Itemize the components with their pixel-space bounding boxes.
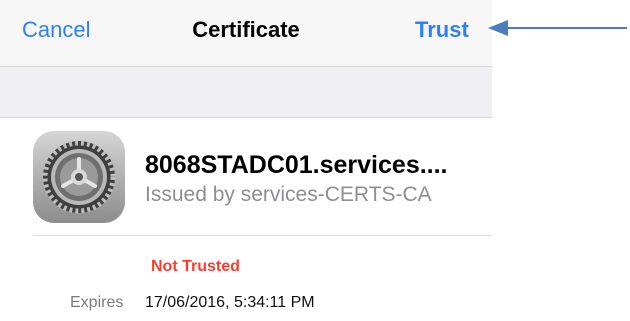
trust-status: Not Trusted (151, 258, 240, 275)
expires-value: 17/06/2016, 5:34:11 PM (145, 294, 315, 311)
certificate-name: 8068STADC01.services.... (145, 151, 448, 179)
navigation-bar: Cancel Certificate Trust (0, 0, 492, 67)
certificate-screen: Cancel Certificate Trust 8068STADC01.ser… (0, 0, 492, 321)
expires-label: Expires (70, 294, 124, 311)
trust-button[interactable]: Trust (415, 17, 469, 43)
settings-gear-icon (33, 131, 125, 223)
section-spacer (0, 67, 492, 118)
divider (33, 235, 492, 236)
certificate-issuer: Issued by services-CERTS-CA (145, 183, 432, 206)
